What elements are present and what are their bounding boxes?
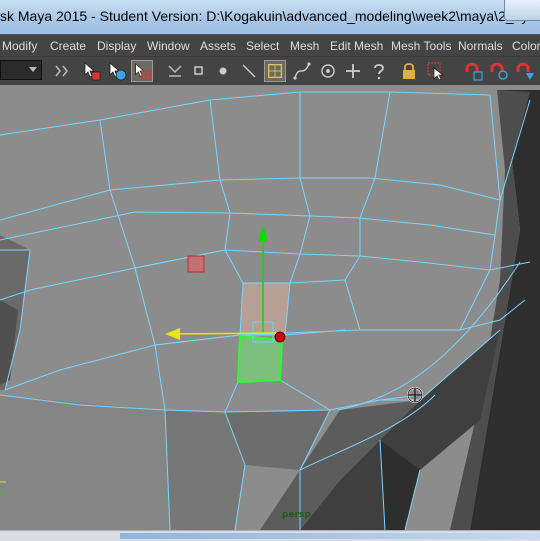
vertex-mask-icon[interactable] bbox=[188, 60, 210, 82]
help-question-icon[interactable] bbox=[368, 60, 390, 82]
main-menubar: Modify Create Display Window Assets Sele… bbox=[0, 34, 540, 57]
window-titlebar: sk Maya 2015 - Student Version: D:\Kogak… bbox=[0, 0, 540, 34]
status-line bbox=[0, 56, 540, 86]
window-title: sk Maya 2015 - Student Version: D:\Kogak… bbox=[0, 8, 540, 24]
curve-tool-icon[interactable] bbox=[291, 60, 313, 82]
snap-mask-icon[interactable] bbox=[164, 60, 186, 82]
manipulator-center-icon bbox=[274, 331, 286, 343]
construction-history-icon[interactable] bbox=[488, 60, 510, 82]
snap-to-point-icon[interactable] bbox=[317, 60, 339, 82]
window-close-button[interactable] bbox=[504, 0, 540, 21]
x-axis-handle bbox=[169, 332, 281, 335]
select-by-component-type-icon[interactable] bbox=[131, 60, 153, 82]
pivot-marker-icon bbox=[187, 255, 205, 273]
perspective-viewport[interactable] bbox=[0, 85, 540, 530]
rotate-cursor-icon bbox=[407, 387, 423, 403]
select-by-object-type-icon[interactable] bbox=[106, 60, 128, 82]
menu-mesh-tools[interactable]: Mesh Tools bbox=[391, 39, 451, 53]
highlight-selection-icon[interactable] bbox=[425, 60, 447, 82]
edge-mask-icon[interactable] bbox=[212, 60, 234, 82]
face-mask-icon[interactable] bbox=[238, 60, 260, 82]
camera-name-label: persp bbox=[282, 510, 311, 520]
mesh-wireframe bbox=[0, 85, 540, 530]
dropdown-arrow-icon bbox=[29, 67, 37, 72]
menu-mesh[interactable]: Mesh bbox=[290, 39, 319, 53]
uv-mask-icon[interactable] bbox=[264, 60, 286, 82]
menu-window[interactable]: Window bbox=[147, 39, 190, 53]
menu-display[interactable]: Display bbox=[97, 39, 136, 53]
menu-color[interactable]: Color bbox=[512, 39, 540, 53]
menu-select[interactable]: Select bbox=[246, 39, 279, 53]
menu-modify[interactable]: Modify bbox=[2, 39, 37, 53]
select-by-hierarchy-icon[interactable] bbox=[80, 60, 102, 82]
snap-plus-icon[interactable] bbox=[342, 60, 364, 82]
taskbar-strip bbox=[0, 530, 540, 541]
lock-selection-icon[interactable] bbox=[398, 60, 420, 82]
history-magnet-icon[interactable] bbox=[462, 60, 484, 82]
menu-assets[interactable]: Assets bbox=[200, 39, 236, 53]
menu-create[interactable]: Create bbox=[50, 39, 86, 53]
menu-edit-mesh[interactable]: Edit Mesh bbox=[330, 39, 383, 53]
render-settings-icon[interactable] bbox=[514, 60, 536, 82]
selection-mask-arrows-icon[interactable] bbox=[52, 60, 74, 82]
menu-set-select[interactable] bbox=[0, 60, 42, 80]
menu-normals[interactable]: Normals bbox=[458, 39, 503, 53]
